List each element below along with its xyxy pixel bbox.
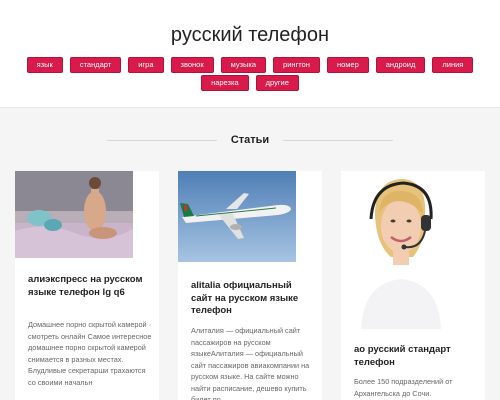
tag-link[interactable]: игра [128,57,164,73]
article-image[interactable] [341,171,459,329]
tag-link[interactable]: линия [432,57,474,73]
article-excerpt: Домашнее порно скрытой камерой · смотрет… [28,320,152,387]
tag-link[interactable]: звонок [170,57,214,73]
tag-link[interactable]: стандарт [69,57,122,73]
article-card: алиэкспресс на русском языке телефон lg … [15,171,159,400]
tag-link[interactable]: андроид [375,57,426,73]
article-card: alitalia официальный сайт на русском язы… [178,171,322,400]
divider-right [283,139,394,141]
site-header: русский телефон язык стандарт игра звоно… [0,0,500,108]
tag-nav: язык стандарт игра звонок музыка рингтон… [14,57,486,91]
divider-left [106,139,217,141]
article-title[interactable]: alitalia официальный сайт на русском язы… [191,280,313,318]
tag-link[interactable]: нарезка [201,75,249,91]
tag-link[interactable]: музыка [220,57,267,73]
tag-link[interactable]: другие [255,75,299,91]
article-excerpt: Алиталия — официальный сайт пассажиров н… [191,326,310,400]
article-photo [178,171,296,262]
section-title: Статьи [230,134,270,146]
article-photo [341,171,459,329]
tag-link[interactable]: рингтон [273,57,320,73]
article-card: ао русский стандарт телефон Более 150 по… [341,171,485,400]
article-image[interactable] [178,171,296,262]
article-photo [15,171,133,258]
article-image[interactable] [15,171,133,258]
article-excerpt: Более 150 подразделений от Архангельска … [354,377,453,398]
article-title[interactable]: ао русский стандарт телефон [354,344,476,369]
article-title[interactable]: алиэкспресс на русском языке телефон lg … [28,274,150,299]
tag-link[interactable]: язык [26,57,63,73]
site-title[interactable]: русский телефон [0,24,500,47]
section-heading: Статьи [0,134,500,146]
tag-link[interactable]: номер [326,57,369,73]
